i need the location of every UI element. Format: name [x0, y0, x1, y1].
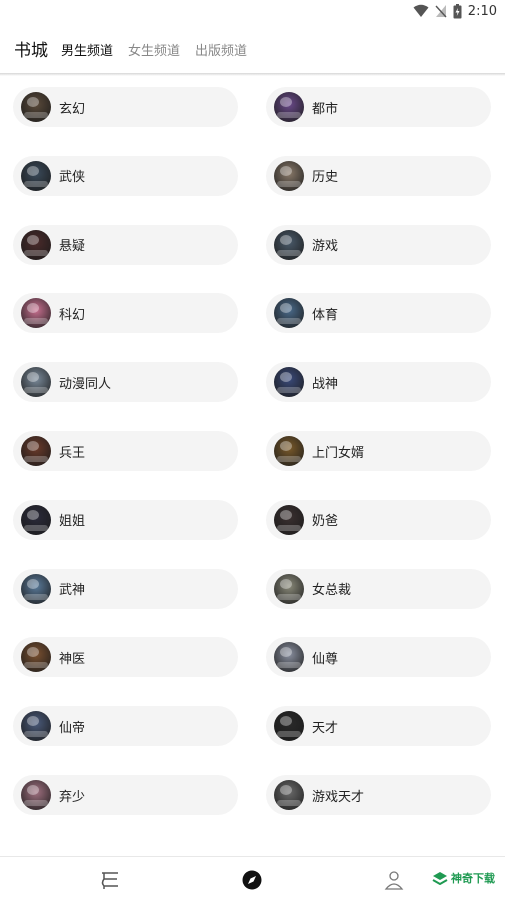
category-row: 姐姐 奶爸	[0, 499, 505, 542]
category-row: 弃少 游戏天才	[0, 775, 505, 817]
category-cover-thumbnail	[274, 436, 304, 466]
category-item[interactable]: 姐姐	[13, 499, 238, 540]
category-label: 武神	[59, 583, 86, 599]
category-cover-thumbnail	[21, 711, 51, 742]
profile-icon[interactable]	[383, 869, 405, 891]
bottom-nav: 神奇下载	[0, 856, 505, 899]
category-cover-thumbnail	[274, 160, 304, 191]
category-item[interactable]: 悬疑	[13, 224, 238, 265]
category-cover-thumbnail	[21, 229, 51, 260]
watermark-text: 神奇下载	[451, 872, 495, 885]
category-label: 体育	[312, 307, 339, 323]
category-cover-thumbnail	[274, 367, 304, 398]
category-cover-thumbnail	[274, 298, 304, 329]
category-item[interactable]: 仙帝	[13, 706, 238, 747]
category-item[interactable]: 游戏天才	[266, 775, 491, 815]
category-item[interactable]: 上门女婿	[266, 431, 491, 471]
status-icons: 2:10	[413, 2, 497, 20]
category-item[interactable]: 武侠	[13, 155, 238, 196]
category-item[interactable]: 游戏	[266, 224, 491, 265]
category-item[interactable]: 都市	[266, 87, 491, 127]
category-label: 游戏天才	[312, 789, 365, 805]
category-label: 都市	[312, 101, 339, 117]
wifi-icon	[413, 4, 429, 17]
header-divider	[0, 73, 505, 76]
status-bar: 2:10	[0, 0, 505, 22]
category-label: 仙尊	[312, 651, 339, 667]
category-row: 武侠 历史	[0, 155, 505, 198]
battery-icon	[453, 3, 462, 18]
category-item[interactable]: 动漫同人	[13, 362, 238, 403]
category-item[interactable]: 历史	[266, 155, 491, 196]
brand-logo-icon	[432, 872, 448, 885]
category-item[interactable]: 科幻	[13, 293, 238, 334]
category-cover-thumbnail	[21, 642, 51, 673]
category-row: 兵王 上门女婿	[0, 431, 505, 473]
category-row: 武神 女总裁	[0, 568, 505, 611]
category-item[interactable]: 体育	[266, 293, 491, 334]
tab-male-channel[interactable]: 男生频道	[61, 40, 113, 59]
category-item[interactable]: 玄幻	[13, 87, 238, 127]
category-row: 仙帝 天才	[0, 706, 505, 748]
category-label: 神医	[59, 651, 86, 667]
category-item[interactable]: 战神	[266, 362, 491, 403]
category-row: 动漫同人 战神	[0, 362, 505, 404]
category-label: 动漫同人	[59, 376, 112, 392]
category-label: 游戏	[312, 239, 339, 255]
category-item[interactable]: 天才	[266, 706, 491, 747]
category-label: 女总裁	[312, 583, 352, 599]
category-cover-thumbnail	[274, 711, 304, 742]
category-label: 历史	[312, 170, 339, 186]
category-cover-thumbnail	[21, 92, 51, 122]
discover-compass-icon[interactable]	[241, 869, 263, 891]
category-item[interactable]: 武神	[13, 568, 238, 609]
category-row: 玄幻 都市	[0, 87, 505, 129]
category-item[interactable]: 女总裁	[266, 568, 491, 609]
bookshelf-icon[interactable]	[99, 869, 121, 891]
status-time: 2:10	[467, 3, 497, 19]
category-cover-thumbnail	[21, 436, 51, 466]
category-cover-thumbnail	[21, 298, 51, 329]
category-label: 兵王	[59, 445, 86, 461]
category-cover-thumbnail	[21, 504, 51, 535]
category-cover-thumbnail	[274, 780, 304, 810]
category-label: 悬疑	[59, 239, 86, 255]
category-label: 战神	[312, 376, 339, 392]
category-item[interactable]: 仙尊	[266, 637, 491, 678]
category-label: 上门女婿	[312, 445, 365, 461]
category-label: 天才	[312, 720, 339, 736]
app-header: 书城 男生频道 女生频道 出版频道	[0, 24, 505, 74]
category-label: 武侠	[59, 170, 86, 186]
category-cover-thumbnail	[21, 160, 51, 191]
category-item[interactable]: 奶爸	[266, 499, 491, 540]
category-item[interactable]: 神医	[13, 637, 238, 678]
category-label: 科幻	[59, 307, 86, 323]
category-cover-thumbnail	[274, 642, 304, 673]
category-cover-thumbnail	[21, 780, 51, 810]
category-label: 姐姐	[59, 514, 86, 530]
no-signal-icon	[435, 5, 447, 18]
category-label: 仙帝	[59, 720, 86, 736]
page-title: 书城	[14, 41, 48, 61]
category-label: 玄幻	[59, 101, 86, 117]
tab-female-channel[interactable]: 女生频道	[128, 40, 180, 59]
category-cover-thumbnail	[274, 92, 304, 122]
category-cover-thumbnail	[21, 367, 51, 398]
category-item[interactable]: 兵王	[13, 431, 238, 471]
watermark-logo: 神奇下载	[432, 870, 495, 886]
category-row: 科幻 体育	[0, 293, 505, 335]
category-row: 悬疑 游戏	[0, 224, 505, 267]
category-cover-thumbnail	[274, 573, 304, 604]
category-item[interactable]: 弃少	[13, 775, 238, 815]
category-cover-thumbnail	[21, 573, 51, 604]
category-label: 奶爸	[312, 514, 339, 530]
category-cover-thumbnail	[274, 504, 304, 535]
category-cover-thumbnail	[274, 229, 304, 260]
category-row: 神医 仙尊	[0, 637, 505, 679]
category-label: 弃少	[59, 789, 86, 805]
tab-publish-channel[interactable]: 出版频道	[195, 40, 247, 59]
